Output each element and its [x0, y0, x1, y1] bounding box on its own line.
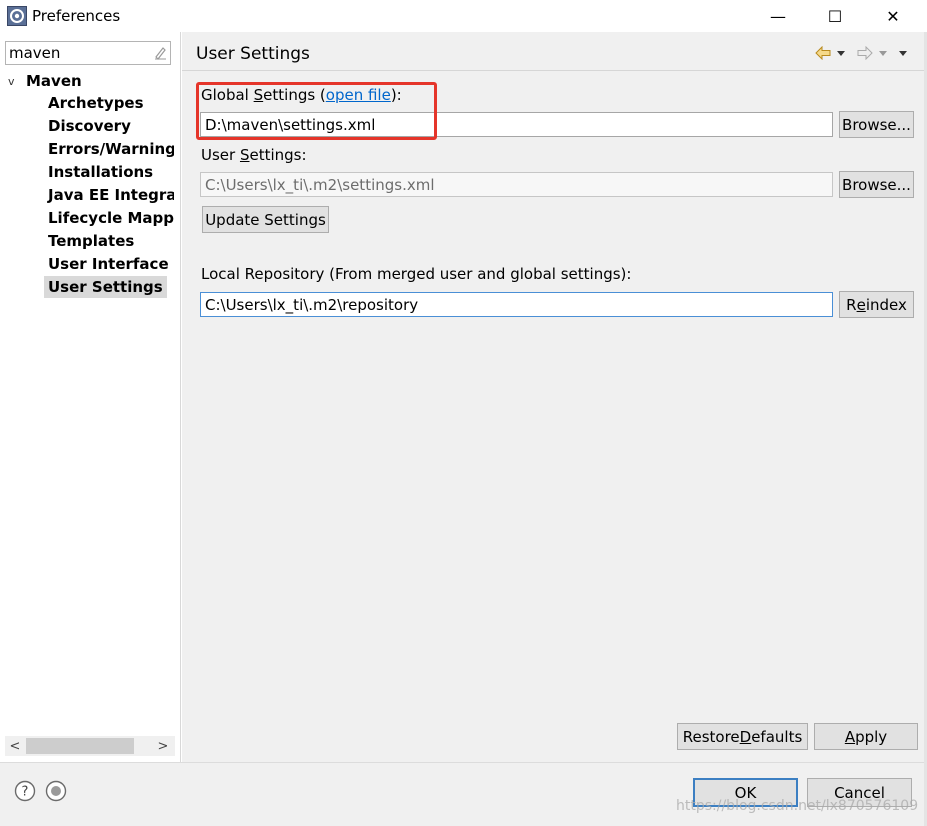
svg-text:?: ?: [22, 785, 29, 800]
title-separator: [182, 70, 924, 71]
help-icon[interactable]: ?: [14, 780, 36, 802]
tree-item-errors-warnings[interactable]: Errors/Warnings: [44, 138, 174, 160]
forward-arrow-icon[interactable]: [856, 46, 874, 60]
filter-input[interactable]: [5, 41, 171, 65]
tree-item-maven[interactable]: v Maven: [8, 70, 82, 92]
watermark-text: https://blog.csdn.net/lx870576109: [676, 798, 919, 814]
tree-item-installations[interactable]: Installations: [44, 161, 174, 183]
local-repository-label: Local Repository (From merged user and g…: [201, 265, 632, 283]
highlight-annotation: [196, 82, 437, 140]
tree-item-user-settings[interactable]: User Settings: [44, 276, 167, 298]
tree-item-archetypes[interactable]: Archetypes: [44, 92, 174, 114]
back-dropdown-icon[interactable]: [836, 48, 846, 58]
user-settings-field[interactable]: [200, 172, 833, 197]
restore-defaults-button[interactable]: Restore Defaults: [677, 723, 808, 750]
import-export-icon[interactable]: [45, 780, 67, 802]
apply-button[interactable]: Apply: [814, 723, 918, 750]
scroll-right-arrow-icon[interactable]: >: [153, 736, 173, 756]
eclipse-app-icon: [7, 6, 27, 26]
scrollbar-thumb[interactable]: [26, 738, 134, 754]
update-settings-button[interactable]: Update Settings: [202, 206, 329, 233]
tree-item-java-ee-integration[interactable]: Java EE Integration: [44, 184, 174, 206]
close-button[interactable]: ✕: [870, 0, 916, 32]
page-title: User Settings: [196, 44, 310, 64]
view-menu-icon[interactable]: [898, 48, 908, 58]
tree-item-templates[interactable]: Templates: [44, 230, 174, 252]
scroll-left-arrow-icon[interactable]: <: [5, 736, 25, 756]
reindex-button[interactable]: Re index: [839, 291, 914, 318]
tree-item-lifecycle-mappings[interactable]: Lifecycle Mappings: [44, 207, 174, 229]
maximize-button[interactable]: ☐: [812, 0, 858, 32]
forward-dropdown-icon[interactable]: [878, 48, 888, 58]
clear-filter-icon[interactable]: [152, 45, 168, 61]
settings-page-pane: [182, 32, 924, 762]
tree-item-label: Maven: [26, 72, 82, 90]
chevron-down-icon[interactable]: v: [8, 75, 26, 88]
window-title: Preferences: [32, 7, 121, 25]
horizontal-scrollbar[interactable]: < >: [5, 736, 175, 756]
minimize-button[interactable]: —: [755, 0, 801, 32]
user-settings-label: User Settings:: [201, 146, 307, 164]
back-arrow-icon[interactable]: [814, 46, 832, 60]
tree-item-user-interface[interactable]: User Interface: [44, 253, 174, 275]
user-browse-button[interactable]: Browse...: [839, 171, 914, 198]
history-navigation: [814, 43, 918, 63]
local-repository-field[interactable]: [200, 292, 833, 317]
tree-item-discovery[interactable]: Discovery: [44, 115, 174, 137]
global-browse-button[interactable]: Browse...: [839, 111, 914, 138]
